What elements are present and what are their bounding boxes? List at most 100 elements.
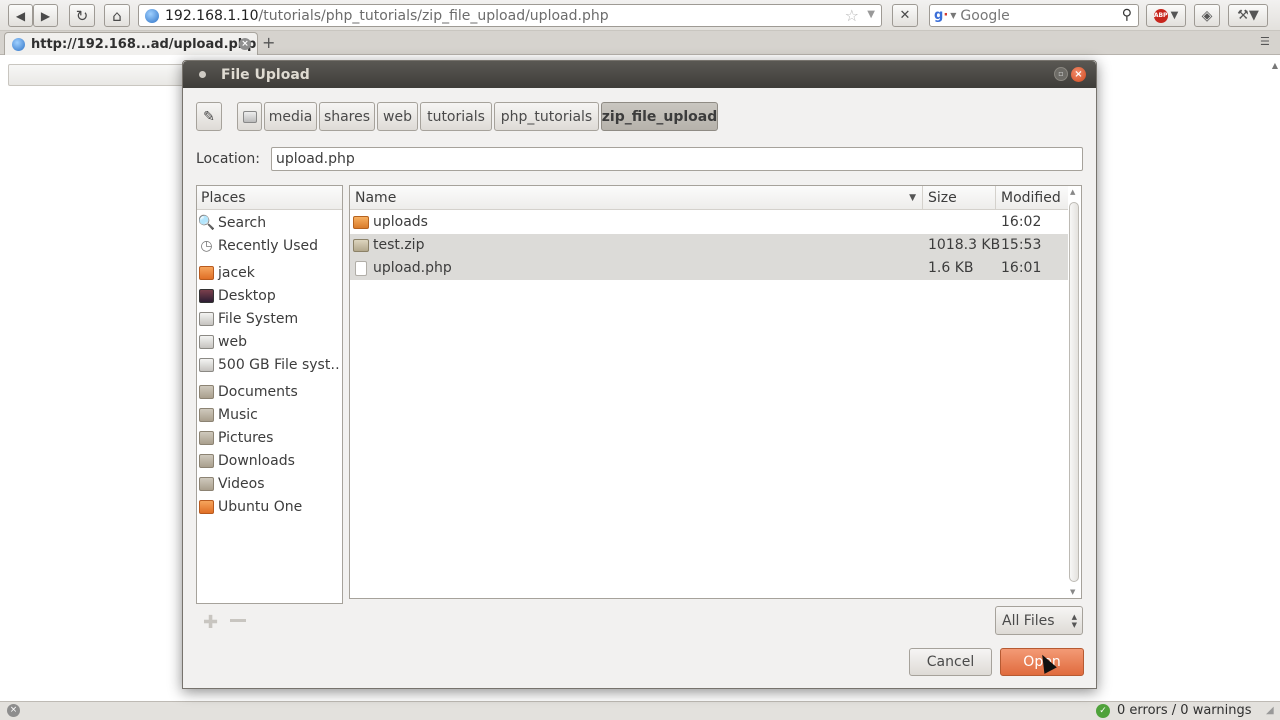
path-media-button[interactable]: media xyxy=(264,102,317,131)
window-menu-icon[interactable] xyxy=(199,71,206,78)
place-label: Pictures xyxy=(218,429,274,446)
column-label: Modified xyxy=(1001,190,1061,206)
place-music[interactable]: Music xyxy=(199,403,339,426)
recent-icon: ◷ xyxy=(200,237,213,254)
path-tutorials-button[interactable]: tutorials xyxy=(420,102,492,131)
place-file-system[interactable]: File System xyxy=(199,307,339,330)
tab-upload-page[interactable]: http://192.168...ad/upload.php × xyxy=(4,32,258,55)
file-name-cell: upload.php xyxy=(350,257,452,280)
path-php-tutorials-button[interactable]: php_tutorials xyxy=(494,102,599,131)
scrollbar-thumb[interactable] xyxy=(1069,202,1079,582)
column-size[interactable]: Size xyxy=(923,186,996,210)
type-location-button[interactable]: ✎ xyxy=(196,102,222,131)
list-tabs-icon[interactable]: ☰ xyxy=(1260,35,1272,48)
place-label: Recently Used xyxy=(218,237,319,254)
back-arrow-icon: ◀ xyxy=(15,8,26,23)
tab-favicon-icon xyxy=(12,37,25,51)
file-modified: 16:02 xyxy=(1001,214,1042,230)
location-input[interactable] xyxy=(271,147,1083,171)
file-modified: 16:01 xyxy=(1001,260,1042,276)
scroll-down-icon[interactable]: ▼ xyxy=(1070,588,1075,596)
path-zip-file-upload-button[interactable]: zip_file_upload xyxy=(601,102,718,131)
file-name: test.zip xyxy=(373,237,425,253)
adblock-icon: ABP xyxy=(1153,8,1168,23)
folder-icon xyxy=(199,453,214,468)
new-tab-icon[interactable]: + xyxy=(262,33,275,52)
add-bookmark-icon[interactable]: ✚ xyxy=(203,612,218,633)
status-text: 0 errors / 0 warnings xyxy=(1117,703,1252,718)
drive-icon xyxy=(199,311,214,326)
file-modified: 15:53 xyxy=(1001,237,1042,253)
validator-ok-icon[interactable]: ✓ xyxy=(1096,704,1110,718)
forward-button[interactable]: ▶ xyxy=(33,4,58,27)
status-close-icon[interactable]: × xyxy=(7,704,20,717)
home-button[interactable]: ⌂ xyxy=(104,4,130,27)
place-label: jacek xyxy=(218,264,255,281)
remove-bookmark-icon[interactable] xyxy=(230,619,246,622)
place-ubuntu-one[interactable]: Ubuntu One xyxy=(199,495,339,518)
scroll-up-icon[interactable]: ▲ xyxy=(1272,61,1278,70)
places-header[interactable]: Places xyxy=(197,186,342,210)
search-bar[interactable]: g· ▼ Google ⚲ xyxy=(929,4,1139,27)
dialog-titlebar[interactable]: File Upload ▫ × xyxy=(183,61,1096,88)
bookmark-star-icon[interactable]: ☆ xyxy=(845,6,859,25)
place-desktop[interactable]: Desktop xyxy=(199,284,339,307)
globe-icon xyxy=(145,8,159,23)
file-input-field[interactable] xyxy=(8,64,198,86)
url-dropdown-icon[interactable]: ▼ xyxy=(867,9,875,20)
up-down-icon: ▲ ▼ xyxy=(1071,613,1077,629)
folder-icon xyxy=(353,216,369,229)
tab-close-icon[interactable]: × xyxy=(239,38,251,50)
maximize-icon[interactable]: ▫ xyxy=(1054,67,1068,81)
adblock-button[interactable]: ABP ▼ xyxy=(1146,4,1186,27)
filter-label: All Files xyxy=(1002,612,1055,629)
file-name: uploads xyxy=(373,214,428,230)
place-label: web xyxy=(218,333,247,350)
file-row[interactable]: upload.php 1.6 KB 16:01 xyxy=(350,257,1068,280)
place-documents[interactable]: Documents xyxy=(199,380,339,403)
path-web-button[interactable]: web xyxy=(377,102,418,131)
file-filter-select[interactable]: All Files ▲ ▼ xyxy=(995,606,1083,635)
column-name[interactable]: Name ▼ xyxy=(350,186,923,210)
place-web[interactable]: web xyxy=(199,330,339,353)
file-upload-dialog: File Upload ▫ × ✎ media shares web tutor… xyxy=(182,60,1097,689)
path-shares-button[interactable]: shares xyxy=(319,102,375,131)
resize-grip-icon[interactable]: ◢ xyxy=(1266,705,1278,717)
place-downloads[interactable]: Downloads xyxy=(199,449,339,472)
stop-icon: ✕ xyxy=(899,8,911,23)
file-row[interactable]: uploads 16:02 xyxy=(350,211,1068,234)
path-root-button[interactable] xyxy=(237,102,262,131)
extension-button[interactable]: ◈ xyxy=(1194,4,1220,27)
column-modified[interactable]: Modified xyxy=(996,186,1068,210)
place-videos[interactable]: Videos xyxy=(199,472,339,495)
place-label: Downloads xyxy=(218,452,295,469)
drive-icon xyxy=(199,357,214,372)
desktop-icon xyxy=(199,288,214,303)
stop-button[interactable]: ✕ xyxy=(892,4,918,27)
path-label: media xyxy=(268,108,313,125)
folder-icon xyxy=(199,430,214,445)
drive-icon xyxy=(242,110,257,123)
close-icon[interactable]: × xyxy=(1071,67,1086,82)
url-bar[interactable]: 192.168.1.10/tutorials/php_tutorials/zip… xyxy=(138,4,882,27)
reload-button[interactable]: ↻ xyxy=(69,4,95,27)
folder-icon xyxy=(199,384,214,399)
tools-button[interactable]: ⚒ ▼ xyxy=(1228,4,1268,27)
place-pictures[interactable]: Pictures xyxy=(199,426,339,449)
cancel-button[interactable]: Cancel xyxy=(909,648,992,676)
file-list-scrollbar[interactable]: ▲ ▼ xyxy=(1068,188,1080,596)
place-search[interactable]: 🔍 Search xyxy=(199,211,339,234)
home-folder-icon xyxy=(199,265,214,280)
search-engine-dropdown-icon[interactable]: ▼ xyxy=(950,11,956,20)
place-500gb[interactable]: 500 GB File syst… xyxy=(199,353,339,376)
open-button[interactable]: Open xyxy=(1000,648,1084,676)
scroll-up-icon[interactable]: ▲ xyxy=(1070,188,1075,196)
cancel-label: Cancel xyxy=(926,654,975,670)
place-recently-used[interactable]: ◷ Recently Used xyxy=(199,234,339,257)
file-row[interactable]: test.zip 1018.3 KB 15:53 xyxy=(350,234,1068,257)
place-jacek[interactable]: jacek xyxy=(199,261,339,284)
place-label: Ubuntu One xyxy=(218,498,303,515)
path-label: zip_file_upload xyxy=(601,108,718,125)
search-icon[interactable]: ⚲ xyxy=(1122,7,1132,23)
back-button[interactable]: ◀ xyxy=(8,4,33,27)
